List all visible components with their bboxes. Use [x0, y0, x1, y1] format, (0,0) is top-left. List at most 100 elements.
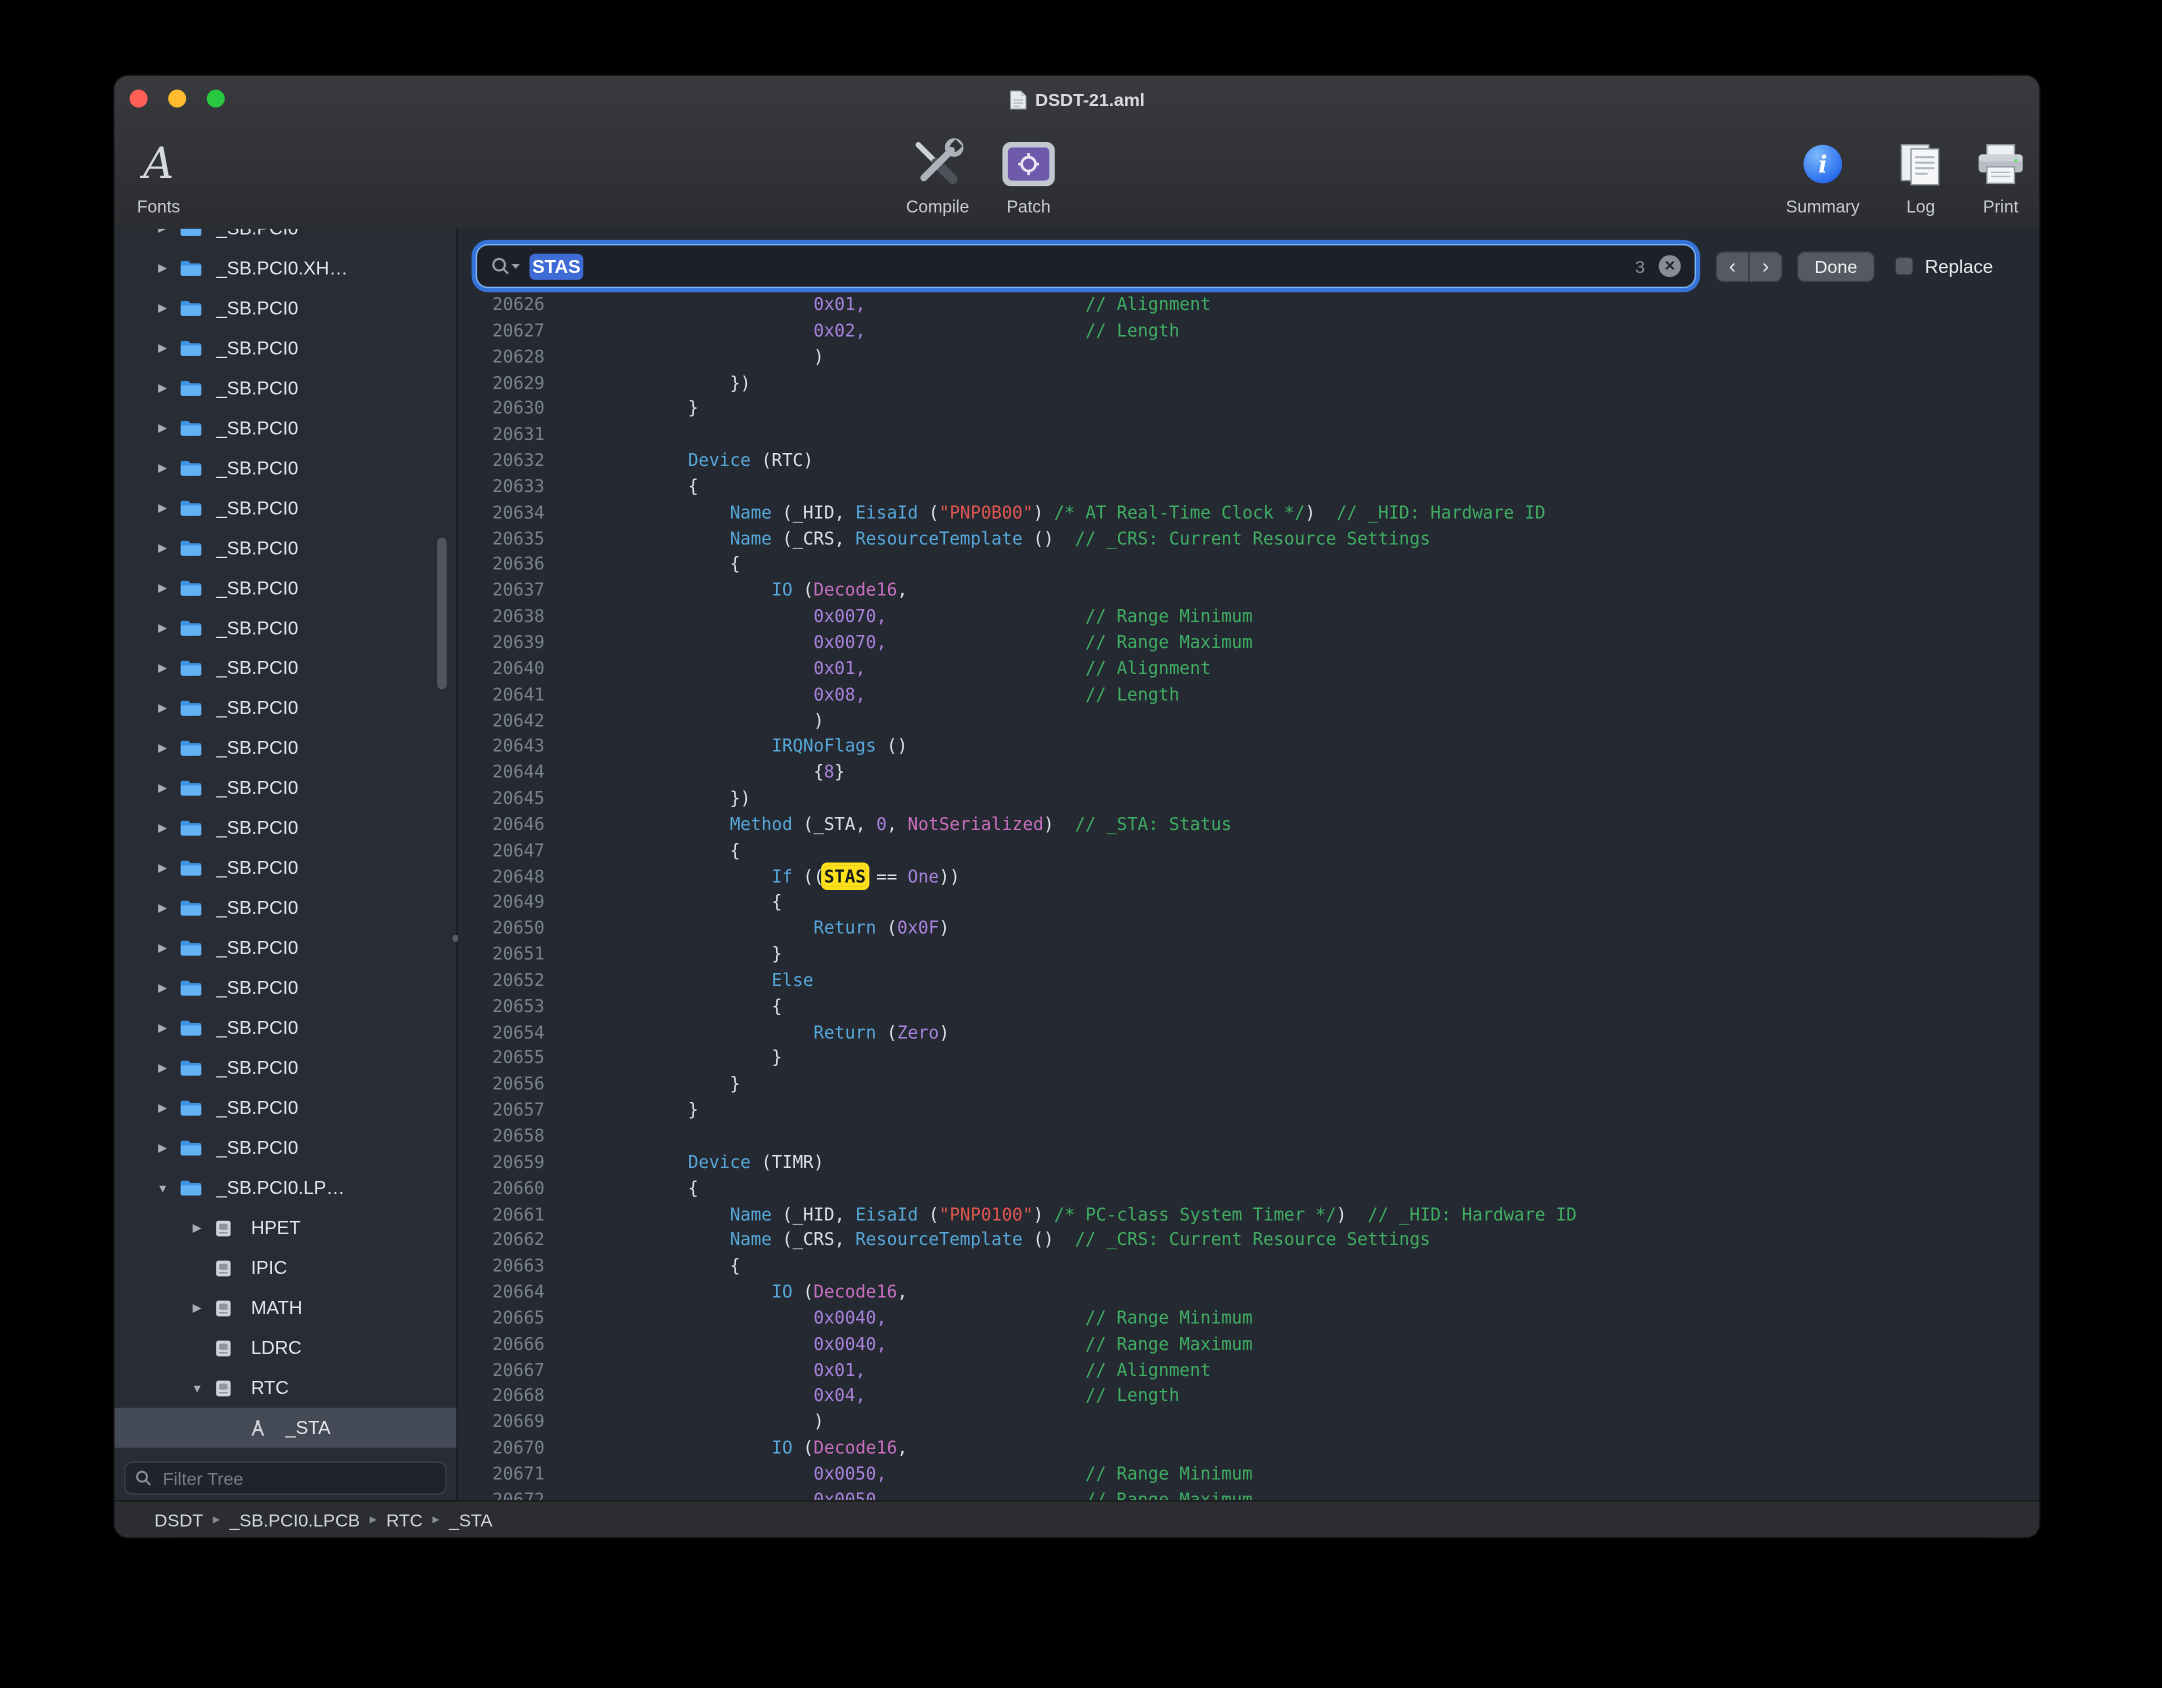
sidebar-item--sb-pci0[interactable]: ▶_SB.PCI0 — [114, 728, 456, 768]
toolbar-item-summary[interactable]: i Summary — [1761, 131, 1885, 216]
search-input[interactable]: STAS 3 ✕ — [477, 245, 1695, 286]
sidebar-item-ldrc[interactable]: LDRC — [114, 1328, 456, 1368]
code-area[interactable]: 20626 0x01, // Alignment20627 0x02, // L… — [458, 292, 2040, 1501]
disclosure-triangle-icon[interactable]: ▼ — [153, 1181, 172, 1195]
sidebar-item--sb-pci0[interactable]: ▶_SB.PCI0 — [114, 888, 456, 928]
code-line: 20641 0x08, // Length — [458, 682, 2040, 708]
close-window-button[interactable] — [130, 90, 148, 108]
disclosure-triangle-icon[interactable]: ▶ — [153, 1100, 172, 1115]
disclosure-triangle-icon[interactable]: ▶ — [153, 1060, 172, 1075]
sidebar-item-hpet[interactable]: ▶HPET — [114, 1208, 456, 1248]
disclosure-triangle-icon[interactable]: ▶ — [153, 580, 172, 595]
disclosure-triangle-icon[interactable]: ▶ — [188, 1300, 207, 1315]
code-line: 20634 Name (_HID, EisaId ("PNP0B00") /* … — [458, 500, 2040, 526]
code-text: Name (_CRS, ResourceTemplate () // _CRS:… — [563, 1228, 1431, 1254]
sidebar-item--sb-pci0[interactable]: ▶_SB.PCI0 — [114, 528, 456, 568]
sidebar-item--sb-pci0[interactable]: ▶_SB.PCI0 — [114, 1048, 456, 1088]
disclosure-triangle-icon[interactable]: ▶ — [153, 860, 172, 875]
sidebar-item--sb-pci0[interactable]: ▶_SB.PCI0 — [114, 968, 456, 1008]
sidebar-item--sb-pci0[interactable]: ▶_SB.PCI0 — [114, 1128, 456, 1168]
filter-tree-input[interactable] — [160, 1466, 436, 1489]
disclosure-triangle-icon[interactable]: ▶ — [153, 660, 172, 675]
sidebar-item--sb-pci0-lp-[interactable]: ▼_SB.PCI0.LP… — [114, 1168, 456, 1208]
disclosure-triangle-icon[interactable]: ▶ — [153, 261, 172, 276]
sidebar-scrollbar[interactable] — [437, 538, 447, 690]
disclosure-triangle-icon[interactable]: ▶ — [153, 700, 172, 715]
minimize-window-button[interactable] — [168, 90, 186, 108]
line-number: 20651 — [458, 942, 545, 968]
disclosure-triangle-icon[interactable]: ▶ — [153, 780, 172, 795]
disclosure-triangle-icon[interactable]: ▶ — [188, 1220, 207, 1235]
sidebar-item-math[interactable]: ▶MATH — [114, 1288, 456, 1328]
sidebar-item--sb-pci0[interactable]: ▶_SB.PCI0 — [114, 1088, 456, 1128]
disclosure-triangle-icon[interactable]: ▶ — [153, 461, 172, 476]
sidebar-item--sb-pci0[interactable]: ▶_SB.PCI0 — [114, 328, 456, 368]
disclosure-triangle-icon[interactable]: ▶ — [153, 229, 172, 236]
previous-match-button[interactable]: ‹ — [1717, 252, 1750, 281]
sidebar-item--sb-pci0[interactable]: ▶_SB.PCI0 — [114, 848, 456, 888]
disclosure-triangle-icon[interactable]: ▼ — [188, 1381, 207, 1395]
code-text: Device (RTC) — [563, 448, 814, 474]
sidebar-item--sb-pci0[interactable]: ▶_SB.PCI0 — [114, 688, 456, 728]
disclosure-triangle-icon[interactable]: ▶ — [153, 980, 172, 995]
sidebar-item--sb-pci0[interactable]: ▶_SB.PCI0 — [114, 768, 456, 808]
line-number: 20643 — [458, 734, 545, 760]
disclosure-triangle-icon[interactable]: ▶ — [153, 1140, 172, 1155]
line-number: 20650 — [458, 916, 545, 942]
disclosure-triangle-icon[interactable]: ▶ — [153, 541, 172, 556]
breadcrumb-item[interactable]: _STA — [449, 1509, 493, 1530]
sidebar-item--sb-pci0[interactable]: ▶_SB.PCI0 — [114, 288, 456, 328]
titlebar[interactable]: DSDT-21.aml — [114, 76, 2039, 123]
sidebar-item--sb-pci0[interactable]: ▶_SB.PCI0 — [114, 928, 456, 968]
sidebar-item--sb-pci0[interactable]: ▶_SB.PCI0 — [114, 448, 456, 488]
code-line: 20650 Return (0x0F) — [458, 916, 2040, 942]
folder-icon — [179, 297, 204, 319]
sidebar-item--sb-pci0[interactable]: ▶_SB.PCI0 — [114, 408, 456, 448]
line-number: 20636 — [458, 552, 545, 578]
sidebar-item--sb-pci0[interactable]: ▶_SB.PCI0 — [114, 368, 456, 408]
sidebar-item--sb-pci0[interactable]: ▶_SB.PCI0 — [114, 608, 456, 648]
sidebar-item--sb-pci0[interactable]: ▶_SB.PCI0 — [114, 229, 456, 248]
code-text: }) — [563, 370, 751, 396]
done-button[interactable]: Done — [1797, 251, 1876, 283]
sidebar-item--sb-pci0-xh-[interactable]: ▶_SB.PCI0.XH… — [114, 248, 456, 288]
sidebar-item-ipic[interactable]: IPIC — [114, 1248, 456, 1288]
window-title: DSDT-21.aml — [1035, 89, 1145, 110]
code-text: }) — [563, 786, 751, 812]
disclosure-triangle-icon[interactable]: ▶ — [153, 900, 172, 915]
toolbar-item-fonts[interactable]: A Fonts — [114, 131, 213, 216]
toolbar-item-print[interactable]: Print — [1952, 131, 2039, 216]
sidebar-item-rtc[interactable]: ▼RTC — [114, 1368, 456, 1408]
disclosure-triangle-icon[interactable]: ▶ — [153, 501, 172, 516]
sidebar-item--sb-pci0[interactable]: ▶_SB.PCI0 — [114, 648, 456, 688]
next-match-button[interactable]: › — [1750, 252, 1782, 281]
disclosure-triangle-icon[interactable]: ▶ — [153, 740, 172, 755]
breadcrumb-item[interactable]: _SB.PCI0.LPCB — [229, 1509, 360, 1530]
breadcrumb-item[interactable]: RTC — [386, 1509, 423, 1530]
disclosure-triangle-icon[interactable]: ▶ — [153, 341, 172, 356]
sidebar-item--sb-pci0[interactable]: ▶_SB.PCI0 — [114, 808, 456, 848]
zoom-window-button[interactable] — [207, 90, 225, 108]
sidebar-item--sta[interactable]: _STA — [114, 1408, 456, 1448]
code-text: 0x01, // Alignment — [563, 656, 1211, 682]
code-line: 20627 0x02, // Length — [458, 318, 2040, 344]
disclosure-triangle-icon[interactable]: ▶ — [153, 820, 172, 835]
disclosure-triangle-icon[interactable]: ▶ — [153, 301, 172, 316]
search-options-icon[interactable] — [491, 256, 521, 275]
disclosure-triangle-icon[interactable]: ▶ — [153, 1020, 172, 1035]
sidebar-item--sb-pci0[interactable]: ▶_SB.PCI0 — [114, 488, 456, 528]
disclosure-triangle-icon[interactable]: ▶ — [153, 620, 172, 635]
replace-checkbox[interactable] — [1895, 256, 1914, 275]
toolbar-item-patch[interactable]: Patch — [973, 131, 1083, 216]
filter-tree-field[interactable] — [124, 1462, 447, 1495]
breadcrumb-item[interactable]: DSDT — [154, 1509, 203, 1530]
clear-search-icon[interactable]: ✕ — [1659, 255, 1681, 277]
folder-icon — [179, 897, 204, 919]
folder-icon — [179, 937, 204, 959]
disclosure-triangle-icon[interactable]: ▶ — [153, 421, 172, 436]
sidebar-item--sb-pci0[interactable]: ▶_SB.PCI0 — [114, 1008, 456, 1048]
sidebar-item--sb-pci0[interactable]: ▶_SB.PCI0 — [114, 568, 456, 608]
disclosure-triangle-icon[interactable]: ▶ — [153, 381, 172, 396]
code-line: 20645 }) — [458, 786, 2040, 812]
disclosure-triangle-icon[interactable]: ▶ — [153, 940, 172, 955]
